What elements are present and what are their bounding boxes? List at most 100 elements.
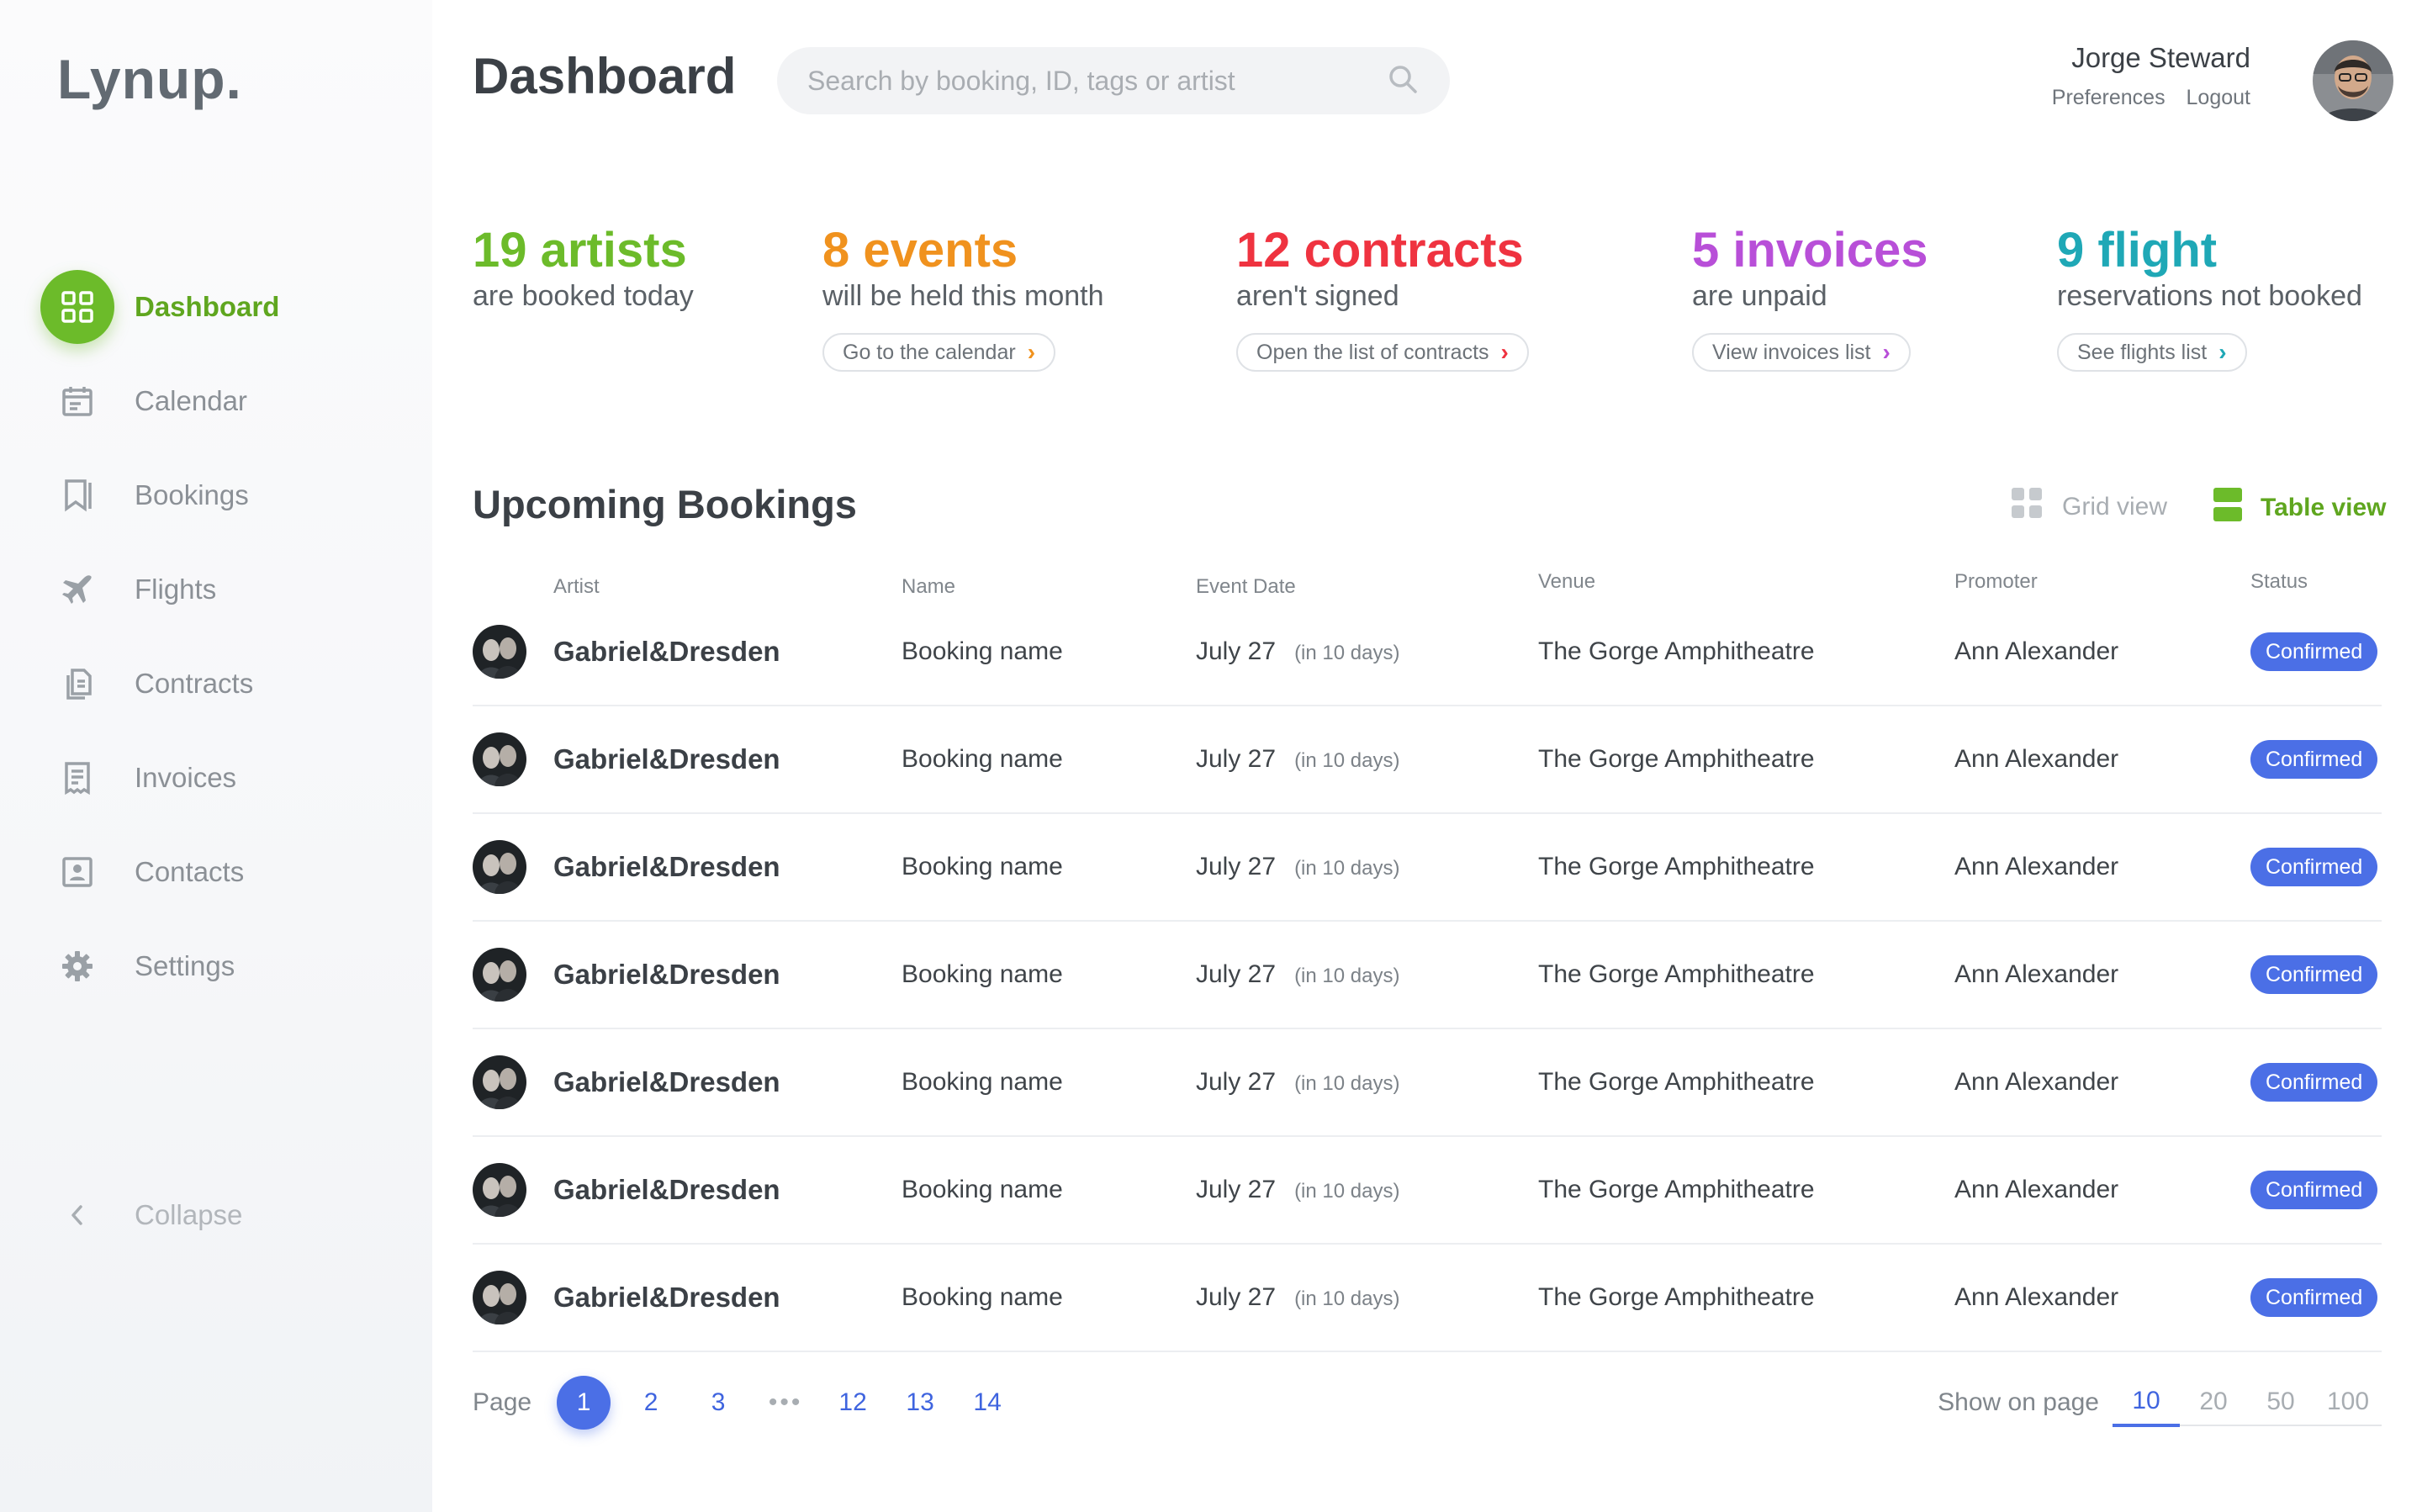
stat-value: 8 events	[822, 223, 1018, 278]
event-date-relative: (in 10 days)	[1294, 1287, 1400, 1310]
promoter: Ann Alexander	[1954, 745, 2119, 773]
search-icon[interactable]	[1386, 62, 1420, 100]
event-date-value: July 27	[1196, 1283, 1277, 1311]
stat-flights: 9 flight reservations not booked See fli…	[2057, 222, 2362, 372]
contracts-link-button[interactable]: Open the list of contracts ›	[1236, 333, 1529, 372]
sidebar-item-calendar[interactable]: Calendar	[40, 363, 410, 439]
page-button-2[interactable]: 2	[624, 1376, 678, 1430]
bookmark-icon	[40, 458, 114, 532]
status-badge[interactable]: Confirmed	[2250, 632, 2378, 671]
booking-name[interactable]: Booking name	[902, 853, 1063, 881]
chevron-left-icon	[40, 1178, 114, 1252]
sidebar-item-dashboard[interactable]: Dashboard	[40, 269, 410, 345]
sidebar-item-label: Flights	[135, 574, 217, 605]
artist-name[interactable]: Gabriel&Dresden	[553, 1282, 780, 1314]
stat-caption: reservations not booked	[2057, 280, 2362, 312]
sidebar-item-contracts[interactable]: Contracts	[40, 646, 410, 722]
stat-value: 12 contracts	[1236, 223, 1524, 278]
page-button-12[interactable]: 12	[826, 1376, 880, 1430]
booking-name[interactable]: Booking name	[902, 1283, 1063, 1312]
page-size-20[interactable]: 20	[2180, 1379, 2247, 1426]
status-badge[interactable]: Confirmed	[2250, 955, 2378, 994]
sidebar-item-label: Dashboard	[135, 291, 280, 322]
page-button-3[interactable]: 3	[691, 1376, 745, 1430]
calendar-link-button[interactable]: Go to the calendar ›	[822, 333, 1056, 372]
column-header-artist[interactable]: Artist	[553, 575, 600, 599]
table-row[interactable]: Gabriel&Dresden Booking name July 27 (in …	[473, 1137, 2382, 1245]
sidebar-item-invoices[interactable]: Invoices	[40, 740, 410, 816]
event-date-relative: (in 10 days)	[1294, 1180, 1400, 1203]
table-view-toggle[interactable]: Table view	[2213, 488, 2387, 528]
app-logo[interactable]: Lynup.	[57, 47, 242, 111]
artist-avatar	[473, 732, 526, 786]
grid-view-toggle[interactable]: Grid view	[2012, 488, 2167, 526]
table-row[interactable]: Gabriel&Dresden Booking name July 27 (in …	[473, 599, 2382, 706]
sidebar: Lynup. Dashboard Calendar Bookings Fligh…	[0, 0, 432, 1512]
artist-name[interactable]: Gabriel&Dresden	[553, 743, 780, 775]
status-badge[interactable]: Confirmed	[2250, 1278, 2378, 1317]
artist-name[interactable]: Gabriel&Dresden	[553, 959, 780, 991]
page-size-selector: Show on page 10 20 50 100	[1938, 1376, 2382, 1430]
calendar-icon	[40, 364, 114, 438]
event-date-relative: (in 10 days)	[1294, 965, 1400, 987]
table-row[interactable]: Gabriel&Dresden Booking name July 27 (in …	[473, 814, 2382, 922]
table-row[interactable]: Gabriel&Dresden Booking name July 27 (in …	[473, 706, 2382, 814]
page-size-100[interactable]: 100	[2314, 1379, 2382, 1426]
search-bar[interactable]	[777, 47, 1450, 114]
artist-name[interactable]: Gabriel&Dresden	[553, 851, 780, 883]
event-date: July 27 (in 10 days)	[1196, 960, 1399, 989]
sidebar-item-label: Bookings	[135, 479, 249, 510]
venue: The Gorge Amphitheatre	[1538, 1068, 1815, 1096]
column-header-promoter[interactable]: Promoter	[1954, 570, 2038, 594]
page-size-50[interactable]: 50	[2247, 1379, 2314, 1426]
section-title: Upcoming Bookings	[473, 482, 857, 526]
page-button-1[interactable]: 1	[557, 1376, 611, 1430]
flights-link-button[interactable]: See flights list ›	[2057, 333, 2247, 372]
booking-name[interactable]: Booking name	[902, 1176, 1063, 1204]
collapse-button[interactable]: Collapse	[40, 1177, 377, 1253]
chevron-right-icon: ›	[2218, 339, 2227, 365]
artist-avatar	[473, 948, 526, 1002]
status-badge[interactable]: Confirmed	[2250, 1171, 2378, 1209]
stat-caption: are booked today	[473, 280, 694, 312]
event-date: July 27 (in 10 days)	[1196, 1068, 1399, 1097]
booking-name[interactable]: Booking name	[902, 960, 1063, 989]
status-badge[interactable]: Confirmed	[2250, 740, 2378, 779]
event-date-relative: (in 10 days)	[1294, 1072, 1400, 1095]
venue: The Gorge Amphitheatre	[1538, 960, 1815, 988]
search-input[interactable]	[807, 65, 1386, 97]
column-header-status[interactable]: Status	[2250, 570, 2308, 594]
artist-name[interactable]: Gabriel&Dresden	[553, 636, 780, 668]
artist-name[interactable]: Gabriel&Dresden	[553, 1174, 780, 1206]
booking-name[interactable]: Booking name	[902, 745, 1063, 774]
logout-link[interactable]: Logout	[2187, 86, 2250, 109]
booking-name[interactable]: Booking name	[902, 1068, 1063, 1097]
status-badge[interactable]: Confirmed	[2250, 1063, 2378, 1102]
status-badge[interactable]: Confirmed	[2250, 848, 2378, 886]
column-header-venue[interactable]: Venue	[1538, 570, 1595, 594]
grid-view-label: Grid view	[2062, 493, 2168, 521]
sidebar-item-bookings[interactable]: Bookings	[40, 457, 410, 533]
sidebar-item-label: Invoices	[135, 762, 237, 793]
table-row[interactable]: Gabriel&Dresden Booking name July 27 (in …	[473, 1245, 2382, 1352]
sidebar-item-flights[interactable]: Flights	[40, 552, 410, 627]
column-header-name[interactable]: Name	[902, 575, 955, 599]
page-size-10[interactable]: 10	[2113, 1378, 2180, 1427]
preferences-link[interactable]: Preferences	[2052, 86, 2166, 109]
sidebar-item-label: Contracts	[135, 668, 254, 699]
link-label: See flights list	[2077, 340, 2208, 364]
invoices-link-button[interactable]: View invoices list ›	[1692, 333, 1911, 372]
artist-name[interactable]: Gabriel&Dresden	[553, 1066, 780, 1098]
page-button-13[interactable]: 13	[893, 1376, 947, 1430]
chevron-right-icon: ›	[1027, 339, 1036, 365]
avatar[interactable]	[2313, 40, 2393, 121]
sidebar-item-settings[interactable]: Settings	[40, 928, 410, 1004]
page-button-14[interactable]: 14	[960, 1376, 1014, 1430]
table-row[interactable]: Gabriel&Dresden Booking name July 27 (in …	[473, 922, 2382, 1029]
table-row[interactable]: Gabriel&Dresden Booking name July 27 (in …	[473, 1029, 2382, 1137]
booking-name[interactable]: Booking name	[902, 637, 1063, 666]
sidebar-item-contacts[interactable]: Contacts	[40, 834, 410, 910]
column-header-event-date[interactable]: Event Date	[1196, 575, 1296, 599]
sidebar-item-label: Contacts	[135, 856, 245, 887]
promoter: Ann Alexander	[1954, 637, 2119, 665]
